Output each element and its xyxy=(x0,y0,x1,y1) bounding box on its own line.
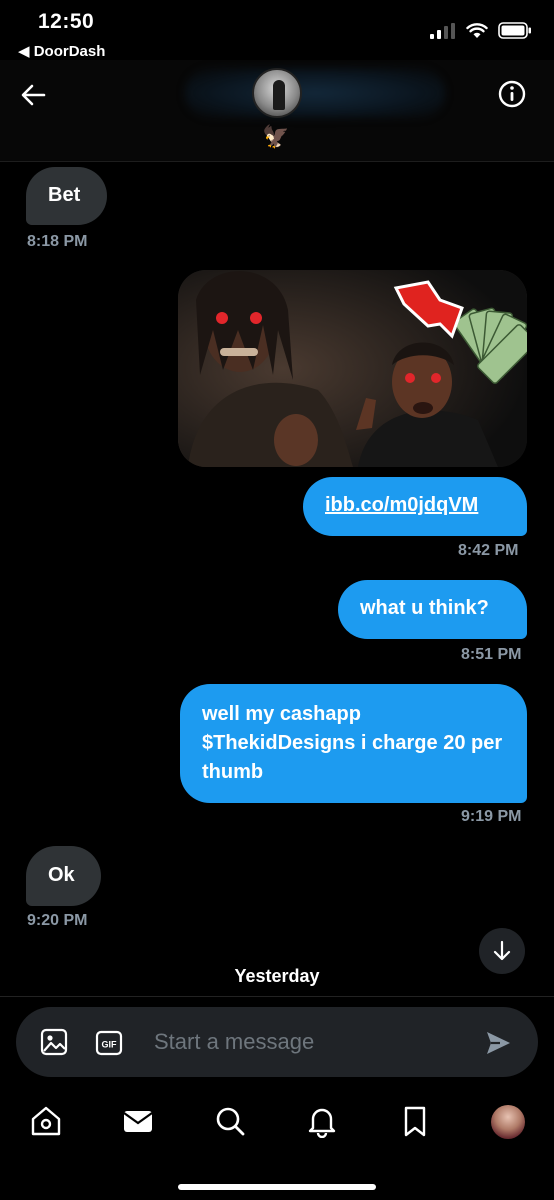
back-to-app-link[interactable]: ◀ DoorDash xyxy=(18,42,105,60)
day-separator: Yesterday xyxy=(234,966,320,986)
search-icon[interactable] xyxy=(213,1104,247,1138)
contact-avatar[interactable] xyxy=(252,68,302,118)
message-input[interactable]: Start a message xyxy=(154,1029,314,1055)
message-bubble-received[interactable]: Ok xyxy=(26,846,101,906)
message-timestamp: 8:42 PM xyxy=(458,542,519,559)
message-image[interactable] xyxy=(178,270,527,467)
message-bubble-sent[interactable]: ibb.co/m0jdqVM xyxy=(303,477,527,536)
message-link[interactable]: ibb.co/m0jdqVM xyxy=(325,494,478,516)
image-icon[interactable] xyxy=(40,1028,68,1056)
conversation-header: 🦅 xyxy=(0,60,554,162)
notifications-bell-icon[interactable] xyxy=(305,1104,339,1138)
message-text: Ok xyxy=(48,864,75,886)
message-timestamp: 8:18 PM xyxy=(27,233,88,250)
status-bar: 12:50 ◀ DoorDash xyxy=(0,0,554,66)
message-timestamp: 9:19 PM xyxy=(461,808,522,825)
message-timestamp: 8:51 PM xyxy=(461,646,522,663)
profile-avatar[interactable] xyxy=(491,1105,525,1139)
avatar-figure xyxy=(273,80,285,110)
back-arrow-icon[interactable] xyxy=(18,80,48,110)
message-text: Bet xyxy=(48,184,81,206)
gif-label: GIF xyxy=(102,1040,118,1050)
signal-icon xyxy=(430,22,455,39)
message-text: well my cashapp $ThekidDesigns i charge … xyxy=(202,703,503,783)
send-icon[interactable] xyxy=(484,1029,512,1057)
wifi-icon xyxy=(466,22,488,38)
info-icon[interactable] xyxy=(498,80,526,108)
home-indicator xyxy=(178,1184,376,1190)
home-icon[interactable] xyxy=(29,1104,63,1138)
status-time: 12:50 xyxy=(38,10,95,33)
message-timestamp: 9:20 PM xyxy=(27,912,88,929)
message-bubble-sent[interactable]: what u think? xyxy=(338,580,527,639)
eagle-icon: 🦅 xyxy=(262,124,290,149)
bookmark-icon[interactable] xyxy=(398,1104,432,1138)
header-blur xyxy=(185,68,445,118)
message-bubble-sent[interactable]: well my cashapp $ThekidDesigns i charge … xyxy=(180,684,527,803)
message-text: what u think? xyxy=(360,597,489,619)
battery-icon xyxy=(498,22,531,39)
messages-icon[interactable] xyxy=(121,1104,155,1138)
status-icons xyxy=(430,22,532,39)
thumbnail-artwork xyxy=(178,270,527,467)
gif-icon[interactable]: GIF xyxy=(95,1030,123,1056)
message-bubble-received[interactable]: Bet xyxy=(26,167,107,225)
